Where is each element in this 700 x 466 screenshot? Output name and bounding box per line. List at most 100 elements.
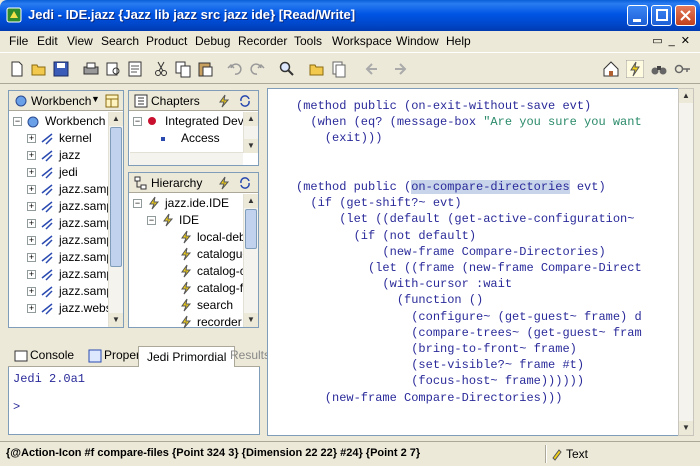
paste-icon[interactable] <box>196 60 214 78</box>
console-line: > <box>13 400 21 414</box>
package-icon <box>41 235 53 247</box>
collapse-toggle[interactable]: − <box>147 216 156 225</box>
menu-help[interactable]: Help <box>446 34 471 48</box>
scroll-up-icon[interactable]: ▲ <box>244 194 258 208</box>
menu-recorder[interactable]: Recorder <box>238 34 287 48</box>
layout-icon[interactable] <box>105 94 119 108</box>
menu-workspace[interactable]: Workspace <box>332 34 392 48</box>
scroll-down-icon[interactable]: ▼ <box>109 313 123 327</box>
undo-icon[interactable] <box>226 60 244 78</box>
menu-tools[interactable]: Tools <box>294 34 322 48</box>
minimize-button[interactable] <box>627 5 648 26</box>
tab-results[interactable]: Results <box>230 348 270 362</box>
hierarchy-vertical-scrollbar[interactable]: ▲ ▼ <box>243 194 258 327</box>
chevron-down-icon[interactable]: ▼ <box>91 94 100 104</box>
menu-file[interactable]: File <box>9 34 28 48</box>
refresh-icon[interactable] <box>238 176 252 190</box>
chapters-panel: Chapters − Integrated Devel Access ▲ ▼ <box>128 90 259 166</box>
tree-node-label: jazz.samp <box>59 233 114 247</box>
copy-icon[interactable] <box>174 60 192 78</box>
workbench-vertical-scrollbar[interactable]: ▲ ▼ <box>108 112 123 327</box>
menu-debug[interactable]: Debug <box>195 34 230 48</box>
documents-icon[interactable] <box>330 60 348 78</box>
lightning-icon[interactable] <box>217 176 231 190</box>
expand-toggle[interactable]: + <box>27 270 36 279</box>
key-icon[interactable] <box>674 60 692 78</box>
menu-window[interactable]: Window <box>396 34 439 48</box>
scroll-up-icon[interactable]: ▲ <box>109 112 123 126</box>
scroll-thumb[interactable] <box>110 127 122 267</box>
collapse-toggle[interactable]: − <box>133 117 142 126</box>
new-file-icon[interactable] <box>8 60 26 78</box>
collapse-toggle[interactable]: − <box>133 199 142 208</box>
scroll-up-icon[interactable]: ▲ <box>244 112 258 126</box>
home-icon[interactable] <box>602 60 620 78</box>
redo-icon[interactable] <box>248 60 266 78</box>
print-icon[interactable] <box>82 60 100 78</box>
code-text: (when (eq? (message-box <box>296 115 484 130</box>
menu-edit[interactable]: Edit <box>37 34 58 48</box>
back-arrow-icon[interactable] <box>362 60 380 78</box>
cut-icon[interactable] <box>152 60 170 78</box>
expand-toggle[interactable]: + <box>27 202 36 211</box>
code-line: (function () <box>296 293 483 307</box>
tree-node-label: jazz.samp <box>59 250 114 264</box>
lightning-icon[interactable] <box>626 60 644 78</box>
expand-toggle[interactable]: + <box>27 185 36 194</box>
binoculars-icon[interactable] <box>650 60 668 78</box>
code-text: (new-frame Compare-Directories) <box>296 244 606 259</box>
tree-node-label: jedi <box>59 165 78 179</box>
tree-node-label: Workbench <box>45 114 106 128</box>
collapse-toggle[interactable]: − <box>13 117 22 126</box>
forward-arrow-icon[interactable] <box>392 60 410 78</box>
code-editor[interactable]: (method public (on-exit-without-save evt… <box>267 88 680 436</box>
menu-product[interactable]: Product <box>146 34 187 48</box>
scroll-up-icon[interactable]: ▲ <box>679 89 693 103</box>
open-folder-2-icon[interactable] <box>308 60 326 78</box>
expand-toggle[interactable]: + <box>27 219 36 228</box>
tab-properties[interactable]: Proper <box>104 348 140 362</box>
maximize-button[interactable] <box>651 5 672 26</box>
code-line: (new-frame Compare-Directories))) <box>296 391 563 405</box>
open-folder-icon[interactable] <box>30 60 48 78</box>
tree-node-label: kernel <box>59 131 92 145</box>
lightning-icon <box>163 213 174 227</box>
code-line: (with-cursor :wait <box>296 277 512 291</box>
editor-vertical-scrollbar[interactable]: ▲ ▼ <box>678 88 694 436</box>
close-button[interactable] <box>675 5 696 26</box>
package-icon <box>41 252 53 264</box>
properties-icon <box>88 349 102 363</box>
scroll-down-icon[interactable]: ▼ <box>679 421 693 435</box>
tab-console[interactable]: Console <box>30 348 74 362</box>
save-icon[interactable] <box>52 60 70 78</box>
expand-toggle[interactable]: + <box>27 304 36 313</box>
menu-search[interactable]: Search <box>101 34 139 48</box>
chapters-horizontal-scrollbar[interactable] <box>130 152 243 165</box>
tab-jedi-primordial[interactable]: Jedi Primordial <box>138 346 236 367</box>
scroll-down-icon[interactable]: ▼ <box>244 139 258 153</box>
mdi-window-controls[interactable]: ▭_✕ <box>652 34 696 47</box>
scroll-thumb[interactable] <box>245 209 257 249</box>
scroll-down-icon[interactable]: ▼ <box>244 313 258 327</box>
lightning-icon[interactable] <box>217 94 231 108</box>
code-text: (configure~ (get-guest~ frame) d <box>296 309 642 324</box>
expand-toggle[interactable]: + <box>27 287 36 296</box>
expand-toggle[interactable]: + <box>27 168 36 177</box>
package-icon <box>41 201 53 213</box>
print-preview-icon[interactable] <box>104 60 122 78</box>
workbench-tab-label[interactable]: Workbench <box>31 94 91 108</box>
workbench-root-icon <box>27 116 39 128</box>
app-icon[interactable] <box>6 7 22 23</box>
find-icon[interactable] <box>278 60 296 78</box>
chapters-vertical-scrollbar[interactable]: ▲ ▼ <box>243 112 258 153</box>
expand-toggle[interactable]: + <box>27 236 36 245</box>
menu-view[interactable]: View <box>67 34 93 48</box>
expand-toggle[interactable]: + <box>27 253 36 262</box>
expand-toggle[interactable]: + <box>27 151 36 160</box>
workbench-panel: Workbench ▼ − Workbench + kernel + jazz + jed… <box>8 90 124 328</box>
toolbar <box>0 52 700 84</box>
page-setup-icon[interactable] <box>126 60 144 78</box>
expand-toggle[interactable]: + <box>27 134 36 143</box>
lightning-icon <box>181 315 192 329</box>
refresh-icon[interactable] <box>238 94 252 108</box>
